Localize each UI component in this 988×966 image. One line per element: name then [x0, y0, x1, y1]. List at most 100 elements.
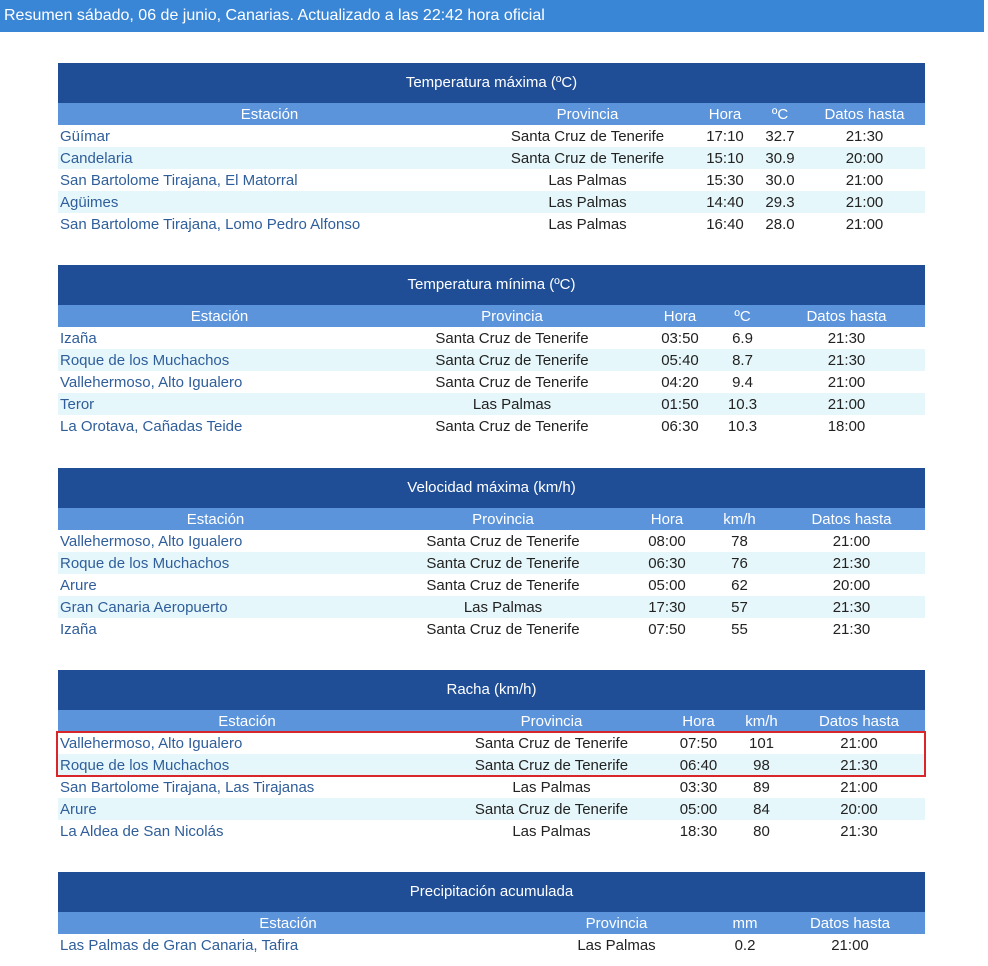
col-value: ºC — [717, 305, 768, 327]
station-link[interactable]: San Bartolome Tirajana, Las Tirajanas — [58, 776, 436, 798]
station-link[interactable]: Izaña — [58, 618, 373, 640]
table-row: Vallehermoso, Alto Igualero Santa Cruz d… — [58, 530, 925, 552]
value-cell: 98 — [730, 754, 793, 776]
value-cell: 28.0 — [765, 215, 795, 233]
table-row: Candelaria Santa Cruz de Tenerife 15:10 … — [58, 147, 925, 169]
time-cell: 08:00 — [648, 532, 686, 550]
station-link[interactable]: Agüimes — [58, 191, 481, 213]
col-provincia: Provincia — [381, 305, 643, 327]
table-row: Roque de los Muchachos Santa Cruz de Ten… — [58, 349, 925, 371]
time-cell: 15:10 — [694, 147, 756, 169]
table-row: San Bartolome Tirajana, Lomo Pedro Alfon… — [58, 213, 925, 235]
value-cell: 78 — [731, 532, 748, 550]
table-row: Agüimes Las Palmas 14:40 29.3 21:00 — [58, 191, 925, 213]
province-cell: Santa Cruz de Tenerife — [426, 620, 580, 638]
data-until-cell: 21:30 — [840, 822, 878, 840]
station-link[interactable]: La Aldea de San Nicolás — [58, 820, 436, 842]
data-until-cell: 21:30 — [778, 596, 925, 618]
province-cell: Santa Cruz de Tenerife — [436, 798, 667, 820]
value-cell: 84 — [730, 798, 793, 820]
data-until-cell: 21:00 — [840, 734, 878, 752]
station-link[interactable]: Güímar — [58, 125, 481, 147]
table-row: San Bartolome Tirajana, Las Tirajanas La… — [58, 776, 925, 798]
station-link[interactable]: Gran Canaria Aeropuerto — [58, 596, 373, 618]
racha-section: Racha (km/h) Estación Provincia Hora km/… — [58, 670, 925, 842]
data-until-cell: 20:00 — [793, 798, 925, 820]
col-estacion: Estación — [58, 912, 518, 934]
province-cell: Santa Cruz de Tenerife — [510, 127, 665, 145]
table-row: Roque de los Muchachos Santa Cruz de Ten… — [58, 552, 925, 574]
col-datos-hasta: Datos hasta — [804, 103, 925, 125]
value-cell: 32.7 — [765, 127, 795, 145]
station-link[interactable]: Vallehermoso, Alto Igualero — [58, 530, 373, 552]
station-link[interactable]: Las Palmas de Gran Canaria, Tafira — [58, 934, 518, 956]
time-cell: 04:20 — [661, 373, 699, 391]
station-link[interactable]: San Bartolome Tirajana, El Matorral — [58, 169, 481, 191]
data-until-cell: 21:30 — [793, 754, 925, 776]
data-until-cell: 21:30 — [768, 349, 925, 371]
tmax-table: Estación Provincia Hora ºC Datos hasta G… — [58, 103, 925, 235]
col-datos-hasta: Datos hasta — [775, 912, 925, 934]
value-cell: 80 — [753, 822, 770, 840]
tmin-table: Estación Provincia Hora ºC Datos hasta I… — [58, 305, 925, 437]
table-row: Roque de los Muchachos Santa Cruz de Ten… — [58, 754, 925, 776]
station-link[interactable]: Teror — [58, 393, 381, 415]
table-row: La Orotava, Cañadas Teide Santa Cruz de … — [58, 415, 925, 437]
station-link[interactable]: Roque de los Muchachos — [58, 754, 436, 776]
station-link[interactable]: Vallehermoso, Alto Igualero — [58, 371, 381, 393]
station-link[interactable]: Arure — [58, 574, 373, 596]
time-cell: 14:40 — [694, 191, 756, 213]
value-cell: 30.0 — [765, 171, 795, 189]
value-cell: 9.4 — [732, 373, 753, 391]
data-until-cell: 20:00 — [832, 576, 871, 594]
station-link[interactable]: La Orotava, Cañadas Teide — [58, 415, 381, 437]
time-cell: 17:10 — [706, 127, 744, 145]
col-provincia: Provincia — [373, 508, 633, 530]
station-link[interactable]: Candelaria — [58, 147, 481, 169]
time-cell: 06:30 — [633, 552, 701, 574]
time-cell: 05:00 — [667, 798, 730, 820]
value-cell: 55 — [731, 620, 748, 638]
province-cell: Santa Cruz de Tenerife — [435, 329, 589, 347]
data-until-cell: 21:00 — [804, 191, 925, 213]
vmax-section: Velocidad máxima (km/h) Estación Provinc… — [58, 468, 925, 640]
table-row: Güímar Santa Cruz de Tenerife 17:10 32.7… — [58, 125, 925, 147]
province-cell: Las Palmas — [548, 215, 627, 233]
table-row: Las Palmas de Gran Canaria, Tafira Las P… — [58, 934, 925, 956]
data-until-cell: 21:00 — [845, 215, 884, 233]
data-until-cell: 21:00 — [768, 393, 925, 415]
station-link[interactable]: Izaña — [58, 327, 381, 349]
col-value: km/h — [701, 508, 778, 530]
province-cell: Las Palmas — [512, 778, 591, 796]
station-link[interactable]: San Bartolome Tirajana, Lomo Pedro Alfon… — [58, 213, 481, 235]
data-until-cell: 21:00 — [831, 936, 869, 954]
table-row: San Bartolome Tirajana, El Matorral Las … — [58, 169, 925, 191]
col-hora: Hora — [643, 305, 717, 327]
station-link[interactable]: Arure — [58, 798, 436, 820]
vmax-title: Velocidad máxima (km/h) — [58, 468, 925, 508]
data-until-cell: 21:00 — [845, 171, 884, 189]
time-cell: 07:50 — [679, 734, 718, 752]
time-cell: 16:40 — [706, 215, 744, 233]
value-cell: 101 — [748, 734, 775, 752]
time-cell: 03:30 — [679, 778, 718, 796]
col-datos-hasta: Datos hasta — [778, 508, 925, 530]
tmax-section: Temperatura máxima (ºC) Estación Provinc… — [58, 63, 925, 235]
value-cell: 10.3 — [727, 417, 758, 435]
province-cell: Santa Cruz de Tenerife — [381, 349, 643, 371]
table-header-row: Estación Provincia Hora ºC Datos hasta — [58, 103, 925, 125]
data-until-cell: 21:00 — [840, 778, 878, 796]
station-link[interactable]: Roque de los Muchachos — [58, 349, 381, 371]
value-cell: 57 — [701, 596, 778, 618]
province-cell: Santa Cruz de Tenerife — [426, 532, 580, 550]
table-header-row: Estación Provincia mm Datos hasta — [58, 912, 925, 934]
data-until-cell: 21:30 — [827, 329, 866, 347]
data-until-cell: 21:30 — [845, 127, 884, 145]
summary-header: Resumen sábado, 06 de junio, Canarias. A… — [0, 0, 984, 32]
time-cell: 07:50 — [648, 620, 686, 638]
value-cell: 0.2 — [734, 936, 756, 954]
station-link[interactable]: Roque de los Muchachos — [58, 552, 373, 574]
table-header-row: Estación Provincia Hora ºC Datos hasta — [58, 305, 925, 327]
station-link[interactable]: Vallehermoso, Alto Igualero — [58, 732, 436, 754]
value-cell: 62 — [731, 576, 748, 594]
